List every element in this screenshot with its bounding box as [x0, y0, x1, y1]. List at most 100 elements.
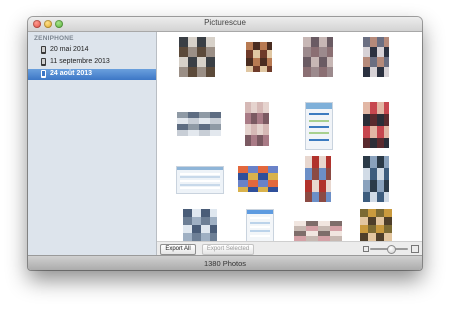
- screenshot-row: [250, 230, 270, 232]
- photo-pixel: [210, 217, 217, 225]
- photo-pixel: [384, 168, 389, 180]
- screenshot-row: [309, 113, 329, 115]
- photo-pixel: [384, 67, 389, 77]
- photo-pixel: [377, 37, 384, 47]
- photo-pixel: [201, 233, 210, 241]
- photo-pixel: [238, 166, 248, 173]
- photo-pixel: [179, 37, 188, 47]
- photo-thumbnail[interactable]: [176, 166, 224, 194]
- photo-pixel: [363, 168, 370, 180]
- photo-pixel: [327, 57, 333, 67]
- photo-thumbnail[interactable]: [305, 156, 331, 202]
- photo-pixel: [253, 50, 260, 58]
- photo-pixel: [363, 57, 370, 67]
- photo-pixel: [363, 156, 370, 168]
- photo-pixel: [188, 57, 197, 67]
- photo-pixel: [363, 102, 370, 114]
- photo-pixel: [305, 168, 312, 180]
- photo-pixel: [370, 37, 377, 47]
- photo-pixel: [319, 57, 327, 67]
- photo-pixel: [370, 57, 377, 67]
- photo-thumbnail[interactable]: [246, 42, 272, 72]
- sidebar-item-backup-3[interactable]: 24 août 2013: [28, 69, 156, 80]
- photo-pixel: [377, 47, 384, 57]
- photo-grid[interactable]: [157, 32, 422, 243]
- photo-pixel: [370, 192, 377, 202]
- screenshot-row: [180, 184, 220, 186]
- phone-icon: [41, 58, 46, 66]
- screenshot-row: [309, 120, 329, 122]
- photo-thumbnail[interactable]: [360, 209, 392, 241]
- photo-pixel: [384, 138, 389, 148]
- photo-pixel: [319, 156, 326, 168]
- photo-pixel: [263, 113, 269, 124]
- photo-thumbnail[interactable]: [246, 209, 274, 243]
- photo-pixel: [377, 156, 384, 168]
- photo-pixel: [384, 57, 389, 67]
- photo-pixel: [384, 225, 392, 233]
- photo-pixel: [370, 180, 377, 192]
- photo-pixel: [179, 47, 188, 57]
- photo-pixel: [384, 233, 392, 241]
- zoom-slider-knob[interactable]: [387, 245, 396, 254]
- export-selected-button[interactable]: Export Selected: [202, 244, 254, 255]
- photo-thumbnail[interactable]: [363, 37, 389, 77]
- photo-thumbnail[interactable]: [294, 221, 342, 241]
- screenshot-row: [180, 173, 220, 175]
- sidebar-item-label: 11 septembre 2013: [50, 58, 110, 65]
- photo-pixel: [246, 66, 253, 72]
- photo-pixel: [303, 47, 311, 57]
- photo-pixel: [260, 42, 267, 50]
- photo-pixel: [377, 102, 384, 114]
- photo-pixel: [311, 57, 319, 67]
- photo-thumbnail[interactable]: [305, 102, 333, 150]
- photo-pixel: [377, 67, 384, 77]
- window-title: Picturescue: [204, 18, 246, 27]
- photo-thumbnail[interactable]: [238, 166, 278, 192]
- photo-pixel: [326, 168, 331, 180]
- photo-pixel: [305, 156, 312, 168]
- photo-thumbnail[interactable]: [183, 209, 217, 241]
- zoom-slider[interactable]: [370, 245, 408, 254]
- screenshot-header: [247, 210, 273, 214]
- photo-pixel: [360, 233, 368, 241]
- photo-pixel: [253, 66, 260, 72]
- photo-thumbnail[interactable]: [245, 102, 269, 146]
- photo-pixel: [267, 66, 272, 72]
- photo-pixel: [319, 180, 326, 192]
- app-window: Picturescue ZENIPHONE 20 mai 2014 11 sep…: [28, 17, 422, 270]
- screenshot-row: [309, 139, 329, 141]
- photo-pixel: [206, 47, 215, 57]
- photo-pixel: [258, 180, 268, 187]
- export-all-button[interactable]: Export All: [160, 244, 196, 255]
- photo-pixel: [253, 42, 260, 50]
- photo-pixel: [384, 126, 389, 138]
- photo-pixel: [377, 126, 384, 138]
- photo-pixel: [360, 217, 368, 225]
- photo-pixel: [258, 166, 268, 173]
- photo-pixel: [267, 50, 272, 58]
- photo-thumbnail[interactable]: [303, 37, 333, 77]
- photo-pixel: [319, 168, 326, 180]
- photo-pixel: [384, 114, 389, 126]
- photo-pixel: [312, 192, 319, 202]
- photo-pixel: [368, 225, 376, 233]
- photo-thumbnail[interactable]: [177, 112, 221, 136]
- photo-pixel: [188, 130, 199, 136]
- sidebar-item-backup-1[interactable]: 20 mai 2014: [28, 45, 156, 56]
- sidebar-item-backup-2[interactable]: 11 septembre 2013: [28, 57, 156, 68]
- photo-thumbnail[interactable]: [363, 156, 389, 202]
- photo-pixel: [246, 42, 253, 50]
- photo-thumbnail[interactable]: [179, 37, 215, 77]
- photo-pixel: [197, 67, 206, 77]
- photo-pixel: [206, 67, 215, 77]
- photo-pixel: [312, 168, 319, 180]
- photo-pixel: [312, 180, 319, 192]
- sidebar-item-label: 24 août 2013: [50, 70, 93, 77]
- photo-pixel: [377, 114, 384, 126]
- photo-pixel: [192, 209, 201, 217]
- bottom-toolbar: Export All Export Selected: [157, 241, 422, 256]
- photo-thumbnail[interactable]: [363, 102, 389, 148]
- photo-pixel: [363, 37, 370, 47]
- status-bar: 1380 Photos: [28, 255, 422, 270]
